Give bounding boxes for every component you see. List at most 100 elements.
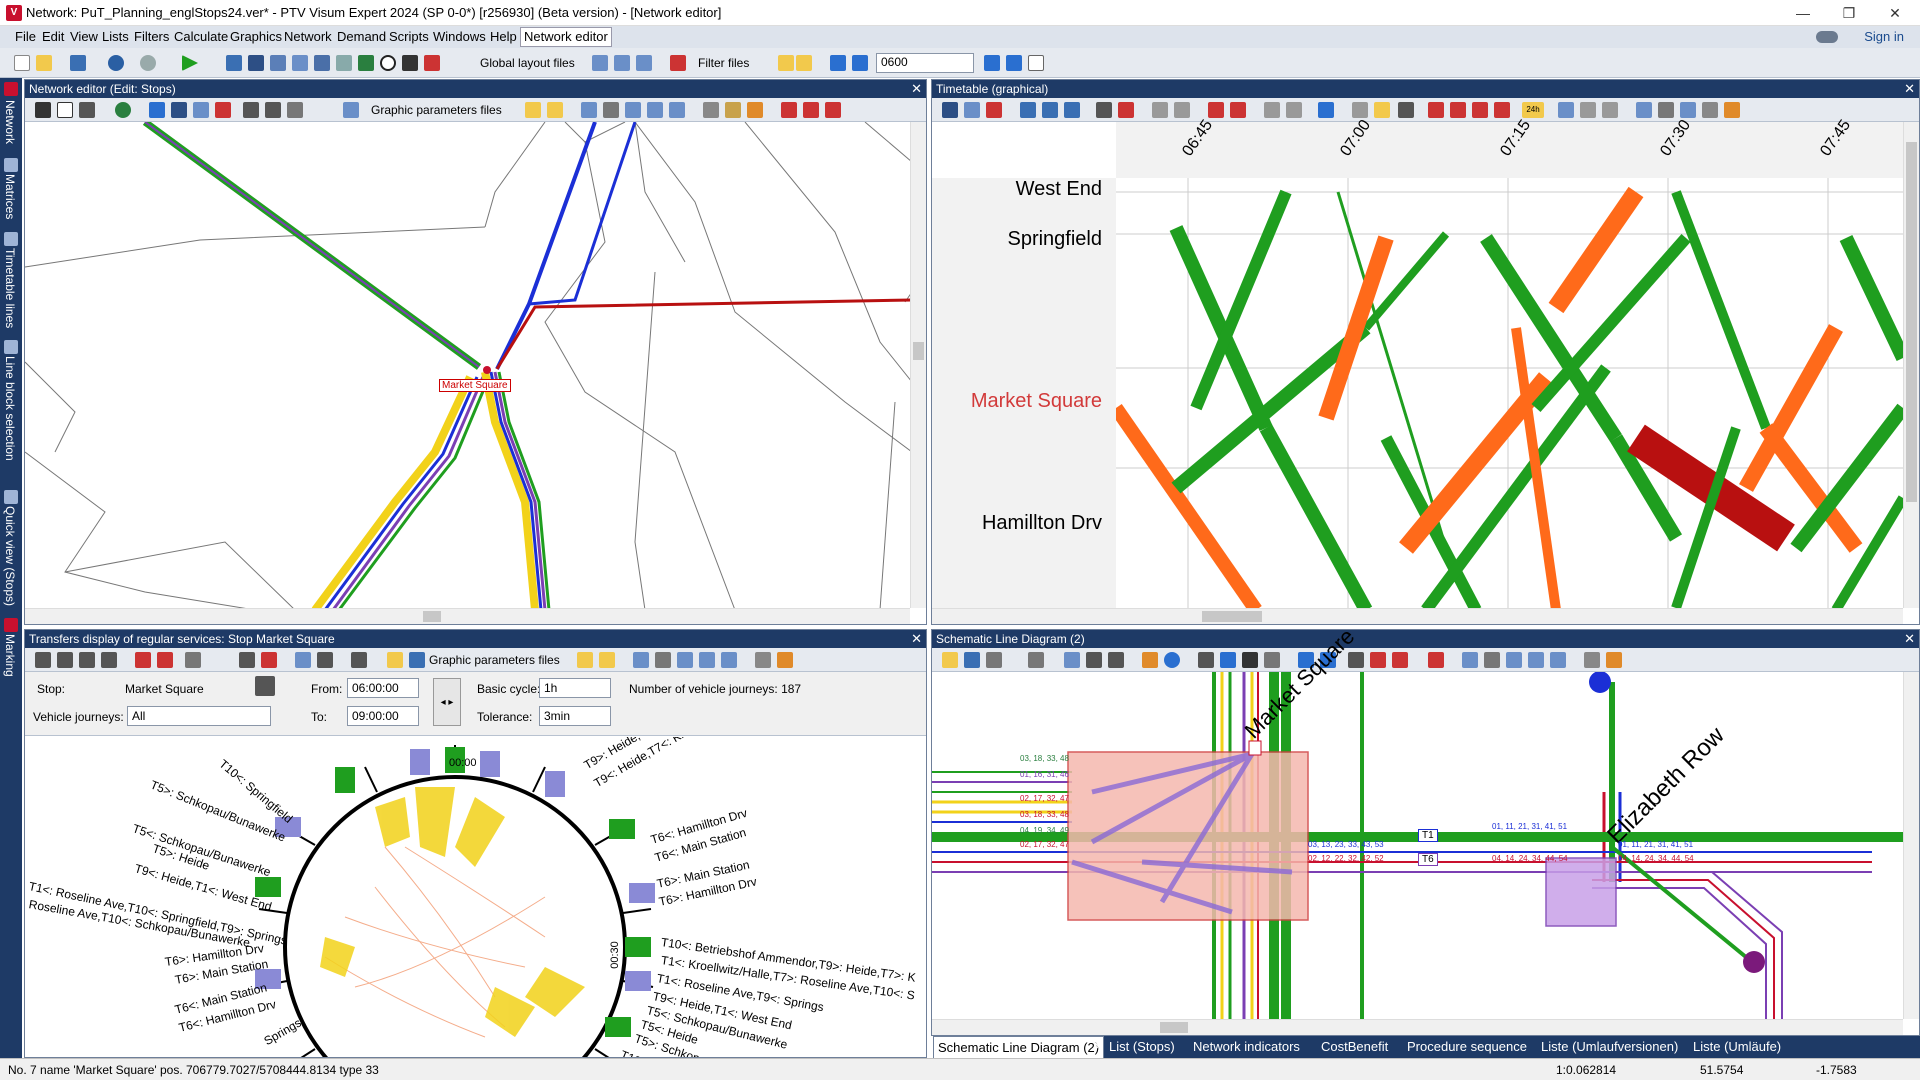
sl-zoom-icon[interactable]	[1484, 652, 1500, 668]
network-editor-vscroll[interactable]	[910, 122, 926, 608]
tr-graphic-params-label[interactable]: Graphic parameters files	[429, 653, 560, 667]
timetable-close-icon[interactable]: ✕	[1904, 80, 1915, 98]
stop-marker[interactable]	[483, 366, 491, 374]
tr-views-icon[interactable]	[721, 652, 737, 668]
pick-stop-pencil-icon[interactable]	[255, 676, 275, 696]
list-view-icon[interactable]	[193, 102, 209, 118]
tr-zoom-extent-icon[interactable]	[633, 652, 649, 668]
tt-pencil-icon[interactable]	[1724, 102, 1740, 118]
stop-market-square[interactable]: Market Square	[932, 390, 1102, 413]
tab-network-indicators[interactable]: Network indicators	[1193, 1039, 1300, 1054]
line-badge-t6[interactable]: T6	[1418, 853, 1438, 866]
from-time-input[interactable]: 06:00:00	[347, 678, 419, 698]
sl-square-icon[interactable]	[1348, 652, 1364, 668]
timetable-hscroll-thumb[interactable]	[1202, 611, 1262, 622]
sl-tag-icon[interactable]	[1198, 652, 1214, 668]
time-next-icon[interactable]	[1006, 55, 1022, 71]
timetable-vscroll-thumb[interactable]	[1906, 142, 1917, 502]
tr-hand-icon[interactable]	[755, 652, 771, 668]
sl-save-icon[interactable]	[964, 652, 980, 668]
tr-save-icon[interactable]	[409, 652, 425, 668]
transfers-close-icon[interactable]: ✕	[911, 630, 922, 648]
tt-sort-down-icon[interactable]	[1230, 102, 1246, 118]
menu-scripts[interactable]: Scripts	[389, 29, 429, 44]
network-editor-vscroll-thumb[interactable]	[913, 342, 924, 360]
tr-square-icon[interactable]	[239, 652, 255, 668]
matrix-icon[interactable]	[314, 55, 330, 71]
sl-globe-icon[interactable]	[1164, 652, 1180, 668]
filter-icon[interactable]	[670, 55, 686, 71]
sl-layout-icon[interactable]	[986, 652, 1002, 668]
tt-filter-icon[interactable]	[986, 102, 1002, 118]
sl-tools-icon[interactable]	[1108, 652, 1124, 668]
graphic-params-icon[interactable]	[343, 102, 359, 118]
sl-marking-icon[interactable]	[1392, 652, 1408, 668]
maximize-button[interactable]: ❐	[1826, 0, 1872, 26]
marking-icon[interactable]	[803, 102, 819, 118]
menu-help[interactable]: Help	[490, 29, 517, 44]
sl-align-icon[interactable]	[1264, 652, 1280, 668]
tt-p4-icon[interactable]	[1494, 102, 1510, 118]
network-icon[interactable]	[226, 55, 242, 71]
elizabeth-row-stop-area[interactable]	[1545, 857, 1617, 927]
tr-tools-icon[interactable]	[351, 652, 367, 668]
menu-windows[interactable]: Windows	[433, 29, 486, 44]
sl-views-icon[interactable]	[1550, 652, 1566, 668]
menu-network[interactable]: Network	[284, 29, 332, 44]
save-icon[interactable]	[70, 55, 86, 71]
view-forward-icon[interactable]	[647, 102, 663, 118]
minimize-button[interactable]: —	[1780, 0, 1826, 26]
view-list-icon[interactable]	[669, 102, 685, 118]
pan-icon[interactable]	[35, 102, 51, 118]
tab-procedure-sequence[interactable]: Procedure sequence	[1407, 1039, 1527, 1054]
tab-costbenefit[interactable]: CostBenefit	[1321, 1039, 1388, 1054]
tt-refresh-icon[interactable]	[1318, 102, 1334, 118]
tt-p1-icon[interactable]	[1428, 102, 1444, 118]
tab-liste-umlaufversionen[interactable]: Liste (Umlaufversionen)	[1541, 1039, 1678, 1054]
pencil-icon[interactable]	[747, 102, 763, 118]
undo-icon[interactable]	[108, 55, 124, 71]
terminus-blue-icon[interactable]	[1589, 672, 1611, 693]
menu-view[interactable]: View	[70, 29, 98, 44]
menu-network-editor[interactable]: Network editor	[520, 27, 612, 47]
time-stop-icon[interactable]	[1028, 55, 1044, 71]
timetable-canvas[interactable]: 06:45 07:00 07:15 07:30 07:45 West End S…	[932, 117, 1919, 624]
lasso-icon[interactable]	[265, 102, 281, 118]
sl-list-icon[interactable]	[1064, 652, 1080, 668]
tr-filter-icon[interactable]	[135, 652, 151, 668]
network-editor-hscroll-thumb[interactable]	[423, 611, 441, 622]
grid-icon[interactable]	[402, 55, 418, 71]
tab-marking[interactable]: Marking	[3, 634, 17, 677]
tr-back-icon[interactable]	[677, 652, 693, 668]
sl-text-icon[interactable]	[1242, 652, 1258, 668]
sl-chart-icon[interactable]	[1428, 652, 1444, 668]
gp-open-icon[interactable]	[525, 102, 541, 118]
layers-icon[interactable]	[215, 102, 231, 118]
schematic-hscroll[interactable]	[932, 1019, 1903, 1035]
stop-hamillton-drv[interactable]: Hamillton Drv	[932, 512, 1102, 535]
stop-springfield[interactable]: Springfield	[932, 228, 1102, 251]
tr-layout-icon[interactable]	[185, 652, 201, 668]
tt-eye-icon[interactable]	[1286, 102, 1302, 118]
tr-gp-open-icon[interactable]	[577, 652, 593, 668]
tab-quick-view-stops[interactable]: Quick view (Stops)	[3, 506, 17, 606]
tr-zoom-icon[interactable]	[655, 652, 671, 668]
gp-save-icon[interactable]	[547, 102, 563, 118]
tt-book-icon[interactable]	[1374, 102, 1390, 118]
zoom-extent-icon[interactable]	[581, 102, 597, 118]
tab-matrices[interactable]: Matrices	[3, 174, 17, 219]
timetable-hscroll[interactable]	[932, 608, 1903, 624]
tr-view2-icon[interactable]	[57, 652, 73, 668]
sl-open-icon[interactable]	[942, 652, 958, 668]
chart-icon[interactable]	[424, 55, 440, 71]
tolerance-input[interactable]: 3min	[539, 706, 611, 726]
schematic-canvas[interactable]: Market Square Elizabeth Row T1 T6 03, 18…	[932, 630, 1919, 1035]
filter-files-label[interactable]: Filter files	[698, 56, 749, 70]
tt-col3-icon[interactable]	[1064, 102, 1080, 118]
tt-lock-icon[interactable]	[1352, 102, 1368, 118]
tt-hand-icon[interactable]	[1702, 102, 1718, 118]
filter-open-icon[interactable]	[778, 55, 794, 71]
view-back-icon[interactable]	[625, 102, 641, 118]
time-combo[interactable]: 0600	[876, 53, 974, 73]
tr-filter2-icon[interactable]	[157, 652, 173, 668]
